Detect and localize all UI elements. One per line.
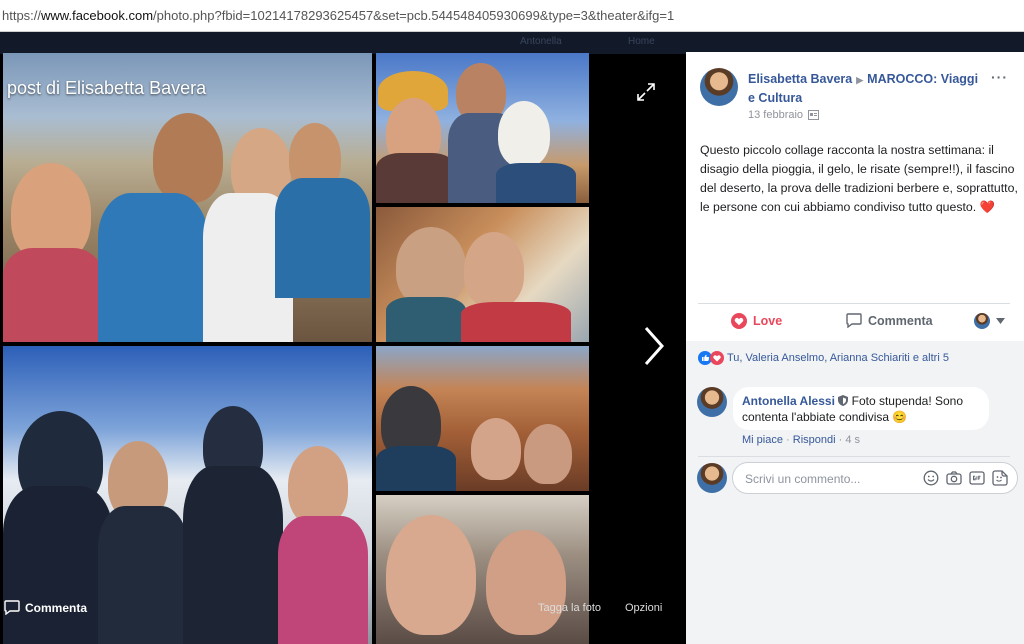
post-options-icon[interactable]: ···: [991, 69, 1008, 85]
smile-emoji: 😊: [892, 410, 908, 424]
url-domain: www.facebook.com: [41, 8, 154, 23]
options-button[interactable]: Opzioni: [625, 602, 662, 614]
post-meta: 13 febbraio: [748, 109, 820, 121]
commenter-avatar[interactable]: [697, 387, 727, 417]
photo-comment-button[interactable]: Commenta: [4, 600, 87, 615]
author-avatar[interactable]: [700, 68, 738, 106]
photo-title: post di Elisabetta Bavera: [7, 78, 207, 98]
camera-icon[interactable]: [946, 470, 962, 486]
face: [471, 418, 521, 480]
face: [464, 232, 524, 308]
post-side-panel: Elisabetta Bavera ▶ MAROCCO: Viaggi e Cult…: [686, 52, 1024, 644]
author-name-link[interactable]: Elisabetta Bavera: [748, 72, 852, 86]
comment-composer[interactable]: [732, 462, 1018, 494]
comment-time: 4 s: [845, 434, 861, 446]
comment-bubble-icon: [4, 600, 20, 615]
collage-photo-kasbah: [376, 346, 589, 491]
comment-reply-link[interactable]: Rispondi: [793, 434, 836, 446]
shield-badge-icon: [838, 395, 849, 406]
background-navbar: Antonella Home: [0, 32, 686, 54]
gif-icon[interactable]: [969, 470, 985, 486]
comment-bubble: Antonella Alessi Foto stupenda! Sono con…: [733, 387, 989, 430]
post-text: Questo piccolo collage racconta la nostr…: [700, 141, 1020, 217]
next-photo-arrow-icon[interactable]: [638, 324, 668, 368]
post-actions: Love Commenta: [698, 304, 1010, 338]
collage-photo-turbans: [376, 53, 589, 203]
white-turban: [498, 101, 550, 167]
comment-input[interactable]: [743, 469, 917, 489]
collage-photo-street: [376, 207, 589, 342]
my-avatar: [697, 463, 727, 493]
love-button[interactable]: Love: [731, 313, 782, 329]
photo-comment-label: Commenta: [25, 600, 88, 615]
comment-actions: Mi piace · Rispondi · 4 s: [742, 434, 860, 446]
comment-label: Commenta: [868, 313, 933, 328]
commenter-name-link[interactable]: Antonella Alessi: [742, 394, 835, 408]
comment-button[interactable]: Commenta: [846, 313, 933, 328]
expand-icon[interactable]: [636, 82, 656, 102]
face: [524, 424, 572, 484]
emoji-icon[interactable]: [923, 470, 939, 486]
separator: ·: [786, 434, 790, 446]
photo-bottom-bar: Commenta Tagga la foto Opzioni: [0, 586, 686, 626]
jacket: [496, 163, 576, 203]
sticker-icon[interactable]: [992, 470, 1008, 486]
tag-photo-button[interactable]: Tagga la foto: [538, 602, 601, 614]
post-text-body: Questo piccolo collage racconta la nostr…: [700, 143, 1018, 214]
url-path: /photo.php?fbid=10214178293625457&set=pc…: [153, 8, 675, 23]
post-date-link[interactable]: 13 febbraio: [748, 109, 803, 121]
love-reaction-icon: [710, 351, 724, 365]
caret-right-icon: ▶: [856, 75, 864, 85]
separator: ·: [838, 434, 843, 446]
url-prefix: https://: [2, 8, 42, 23]
love-icon: [731, 313, 747, 329]
face: [288, 446, 348, 526]
browser-address-bar[interactable]: https://www.facebook.com/photo.php?fbid=…: [0, 0, 1024, 32]
address-url[interactable]: https://www.facebook.com/photo.php?fbid=…: [2, 8, 674, 23]
comment-content: Antonella Alessi Foto stupenda! Sono con…: [742, 393, 982, 425]
background-page-strip: [686, 32, 1024, 52]
background-nav-home: Home: [628, 36, 655, 47]
heart-emoji: ❤️: [979, 200, 995, 214]
post-as-selector[interactable]: [974, 313, 1005, 329]
selector-avatar: [974, 313, 990, 329]
group-audience-icon: [808, 110, 820, 120]
post-author-line: Elisabetta Bavera ▶ MAROCCO: Viaggi e Cult…: [748, 70, 988, 107]
scarf: [386, 297, 466, 342]
jacket: [3, 248, 103, 342]
photo-theater: Antonella Home post di Elisabetta Bavera…: [0, 32, 686, 644]
composer-divider: [698, 456, 1010, 457]
reactions-text: Tu, Valeria Anselmo, Arianna Schiariti e…: [727, 352, 949, 364]
face: [153, 113, 223, 203]
shirt: [98, 193, 208, 342]
comment-icon: [846, 313, 862, 328]
jacket: [376, 446, 456, 491]
reactions-summary[interactable]: Tu, Valeria Anselmo, Arianna Schiariti e…: [698, 351, 949, 365]
background-user-name: Antonella: [520, 36, 562, 47]
scarf: [376, 153, 456, 203]
love-label: Love: [753, 314, 783, 328]
chevron-down-icon: [996, 318, 1005, 324]
shirt: [275, 178, 370, 298]
comment-like-link[interactable]: Mi piace: [742, 434, 783, 446]
jacket: [461, 302, 571, 342]
face: [396, 227, 466, 307]
photo-collage[interactable]: [3, 53, 589, 644]
